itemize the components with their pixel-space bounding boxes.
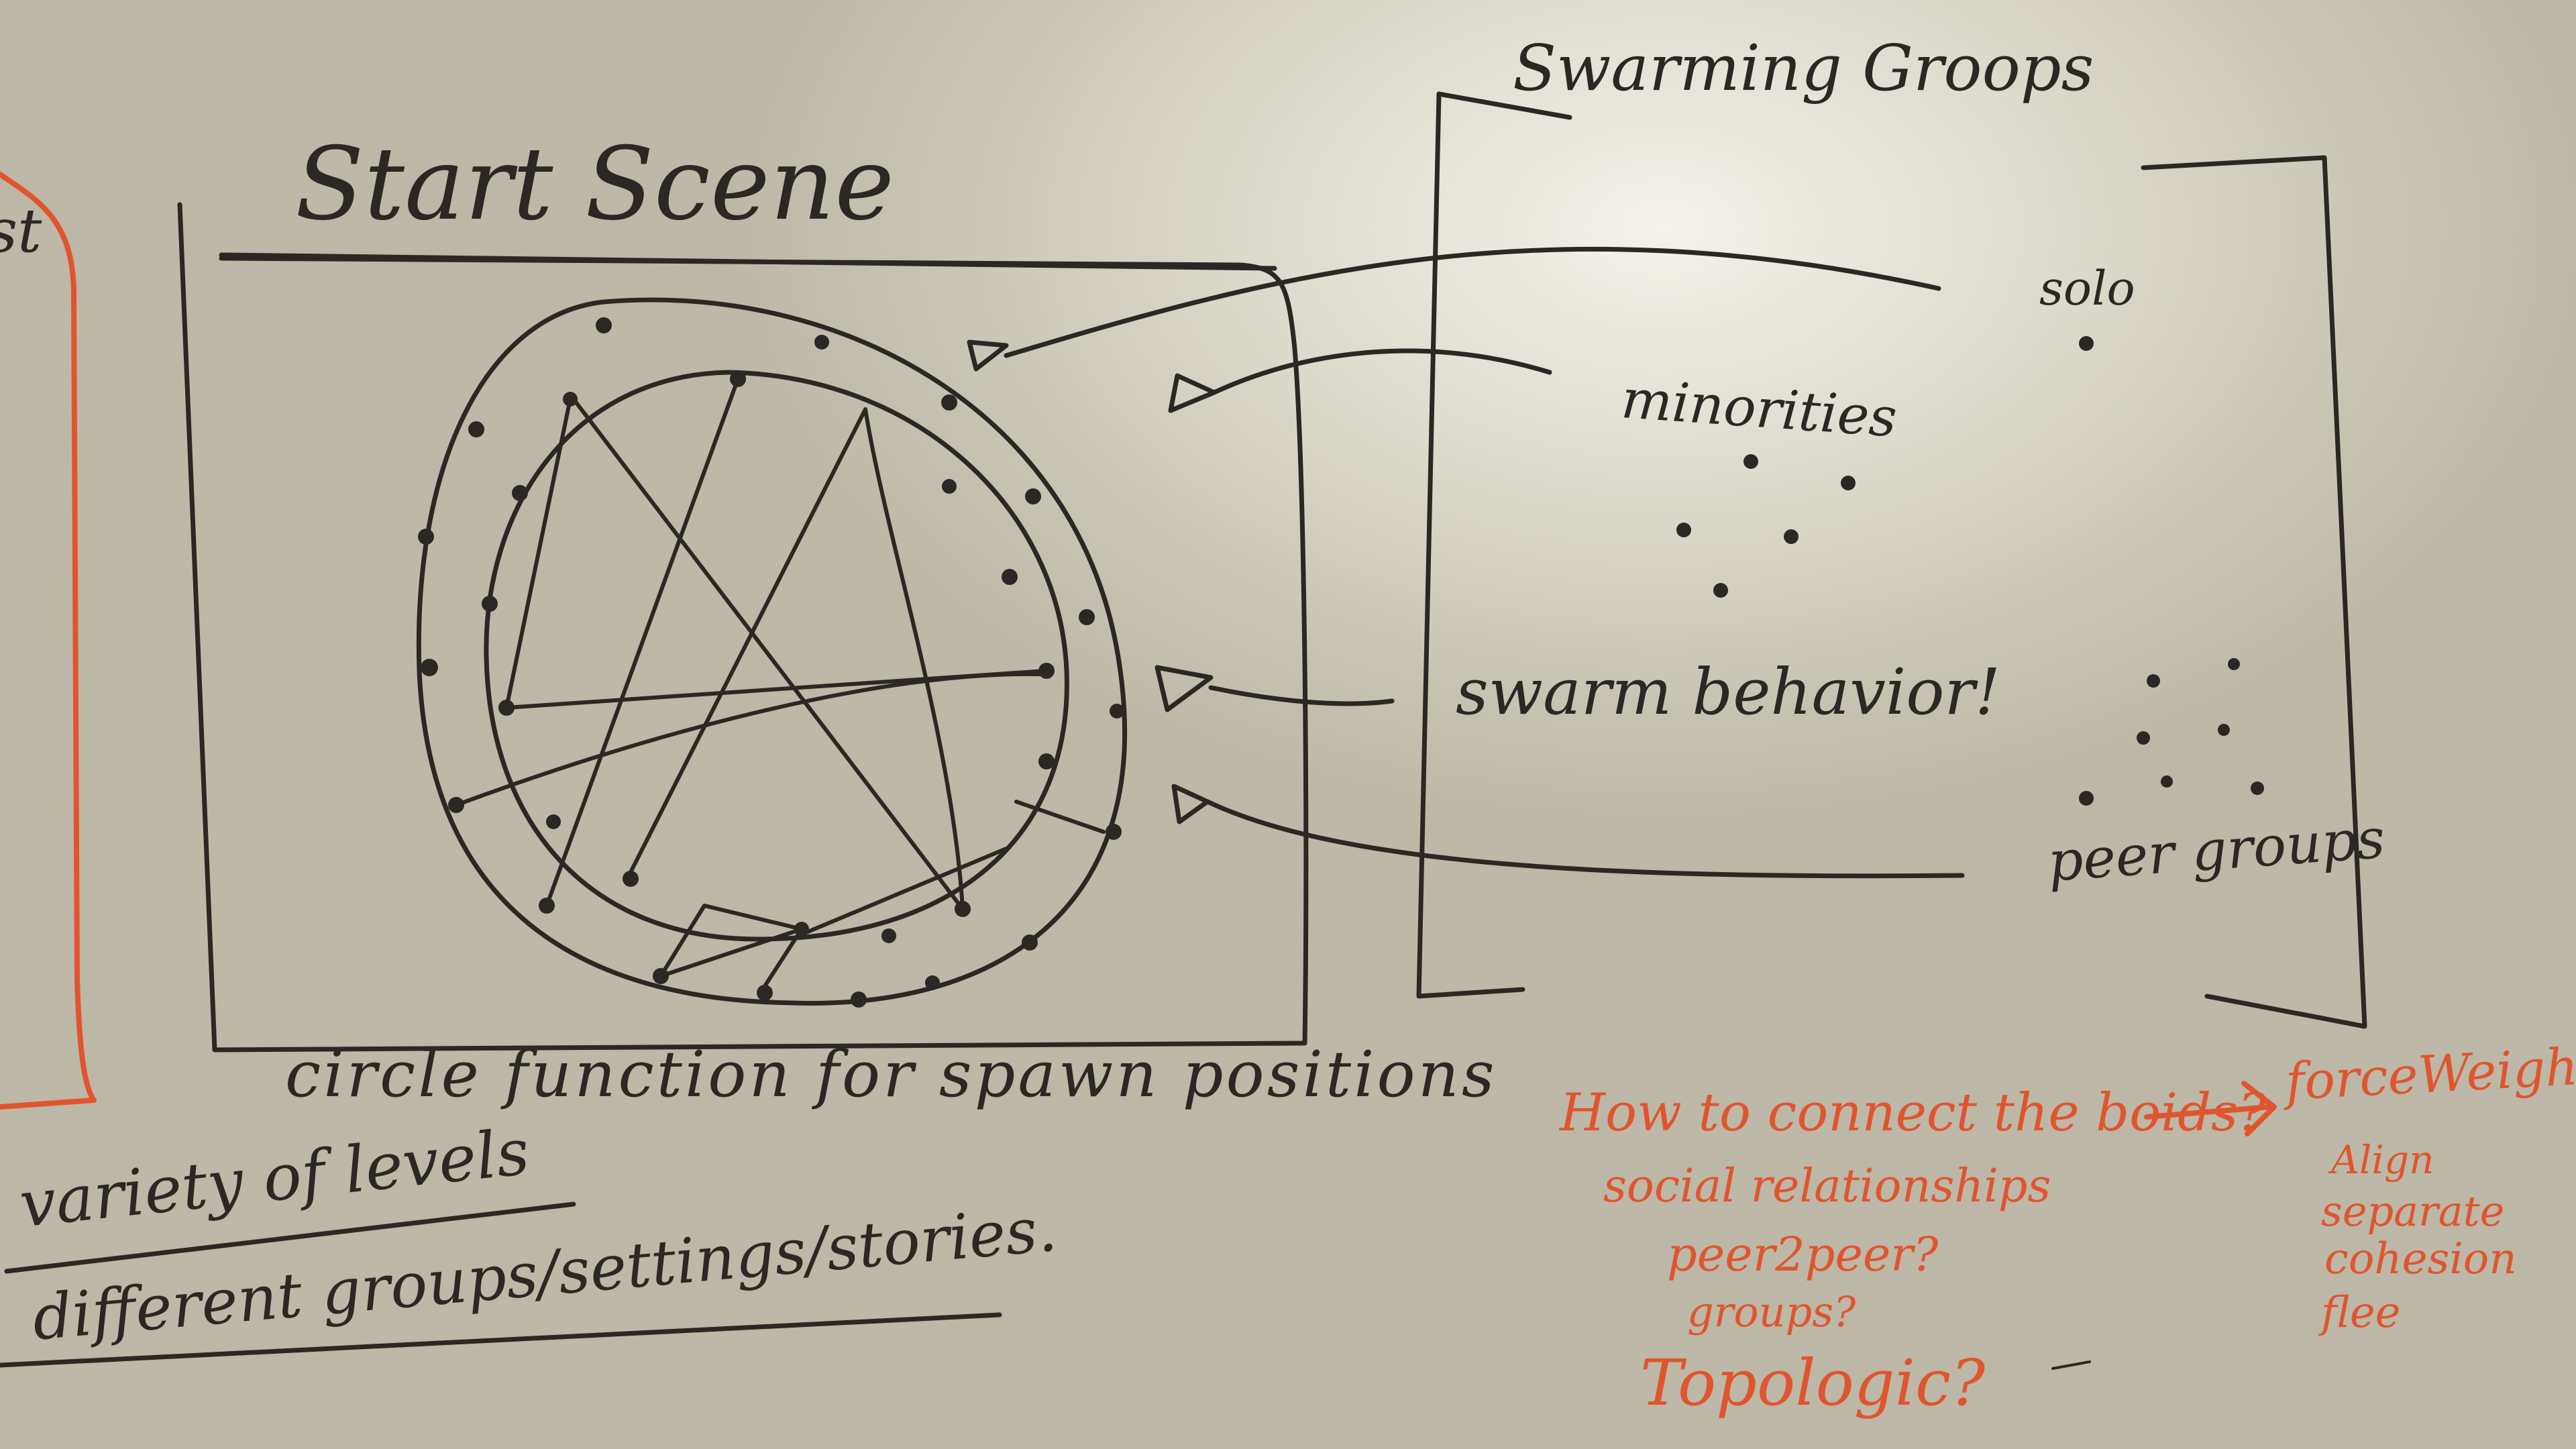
start-scene-title: Start Scene [295, 126, 895, 243]
arrow-minorities-to-scene [1212, 348, 1552, 395]
start-scene-frame [177, 202, 1309, 1053]
minorities-dots [1676, 454, 1856, 598]
whiteboard-photo: st Start Scene circle function for spawn… [0, 0, 2576, 1449]
connect-boids-question: How to connect the boids? [1560, 1083, 2266, 1143]
solo-label: solo [2039, 261, 2135, 316]
arrow-peer-to-scene [1205, 799, 1965, 879]
spawn-dots [418, 317, 1124, 1008]
weight-align: Align [2331, 1137, 2434, 1183]
weight-separate: separate [2321, 1187, 2505, 1236]
arrow-swarm-to-scene [1208, 685, 1395, 706]
peer-group-dots [2079, 658, 2264, 806]
red-left-bracket [0, 172, 97, 1110]
force-weights-label: forceWeights [2284, 1034, 2576, 1112]
faint-mark [2051, 1360, 2091, 1370]
social-relationships-text: social relationships [1603, 1160, 2051, 1213]
edge-fragment-text: st [0, 196, 42, 266]
inner-spawn-circle [484, 370, 1069, 942]
groups-question-text: groups? [1687, 1287, 1856, 1336]
boid-connection-lines [454, 377, 1106, 988]
peer2peer-text: peer2peer? [1667, 1227, 1939, 1282]
swarming-groups-title: Swarming Groops [1513, 32, 2094, 105]
outer-spawn-circle [416, 297, 1128, 1006]
start-scene-caption: circle function for spawn positions [285, 1038, 1497, 1112]
weight-flee: flee [2321, 1288, 2401, 1338]
swarm-behavior-label: swarm behavior! [1456, 655, 2001, 729]
weight-cohesion: cohesion [2324, 1234, 2517, 1284]
topologic-text: Topologic? [1640, 1346, 1986, 1420]
swarming-groups-right-bracket [2141, 155, 2367, 1029]
solo-dot [2079, 336, 2094, 351]
